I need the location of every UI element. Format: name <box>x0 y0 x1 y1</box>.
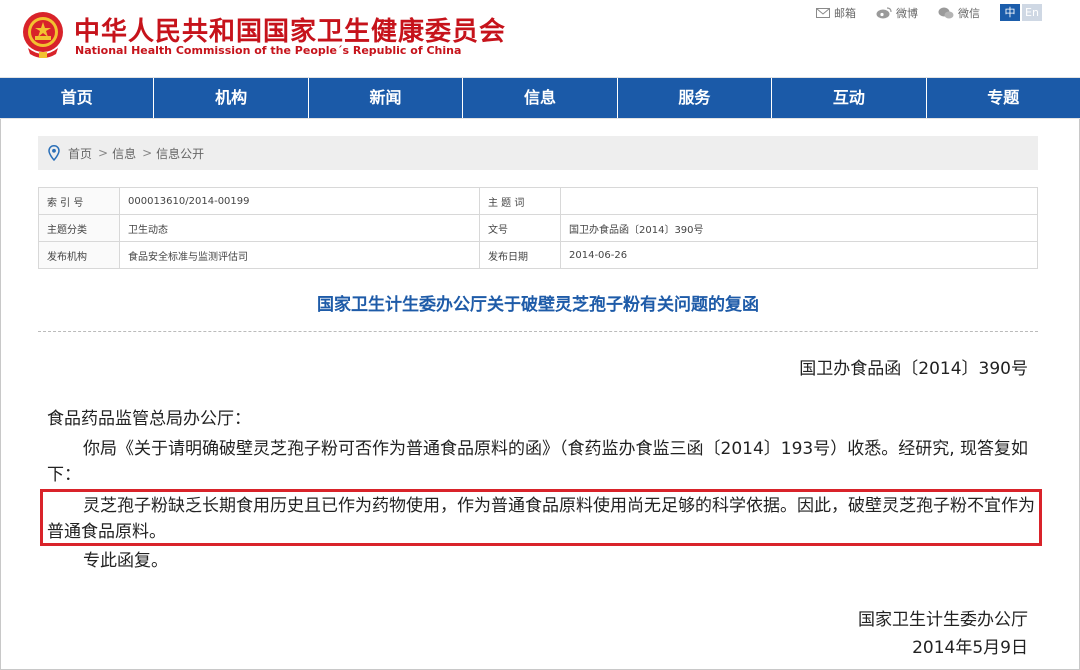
addressee: 食品药品监管总局办公厅： <box>47 409 251 429</box>
breadcrumb-separator: > <box>98 146 109 160</box>
lang-en-button[interactable]: En <box>1022 4 1042 21</box>
paragraph-request: 你局《关于请明确破壁灵芝孢子粉可否作为普通食品原料的函》（食药监办食监三函〔20… <box>47 439 1029 485</box>
lang-cn-button[interactable]: 中 <box>1000 4 1020 21</box>
wechat-icon <box>938 7 954 18</box>
location-pin-icon <box>48 145 60 161</box>
mail-label: 邮箱 <box>834 6 856 20</box>
paragraph-closing: 专此函复。 <box>83 551 168 571</box>
site-header: 中华人民共和国国家卫生健康委员会 National Health Commiss… <box>0 0 1080 77</box>
nav-item-interaction[interactable]: 互动 <box>772 78 927 118</box>
title-divider <box>38 331 1038 332</box>
main-nav: 首页 机构 新闻 信息 服务 互动 专题 <box>0 77 1080 119</box>
nav-item-institutions[interactable]: 机构 <box>154 78 309 118</box>
docno-value: 国卫办食品函〔2014〕390号 <box>560 214 1038 242</box>
keyword-label: 主 题 词 <box>479 187 561 215</box>
weibo-label: 微博 <box>896 6 918 20</box>
date-label: 发布日期 <box>479 241 561 269</box>
table-row: 主题分类 卫生动态 文号 国卫办食品函〔2014〕390号 <box>38 214 1038 242</box>
site-title-en[interactable]: National Health Commission of the People… <box>75 44 461 57</box>
breadcrumb-home[interactable]: 首页 <box>68 145 92 162</box>
sign-date: 2014年5月9日 <box>912 638 1028 658</box>
docno-label: 文号 <box>479 214 561 242</box>
site-title-cn[interactable]: 中华人民共和国国家卫生健康委员会 <box>74 11 506 48</box>
breadcrumb-separator: > <box>142 146 153 160</box>
category-label: 主题分类 <box>38 214 120 242</box>
org-label: 发布机构 <box>38 241 120 269</box>
breadcrumb-disclosure[interactable]: 信息公开 <box>156 145 204 162</box>
nav-item-information[interactable]: 信息 <box>463 78 618 118</box>
nav-item-news[interactable]: 新闻 <box>309 78 464 118</box>
nav-item-services[interactable]: 服务 <box>618 78 773 118</box>
table-row: 索 引 号 000013610/2014-00199 主 题 词 <box>38 187 1038 215</box>
mail-link[interactable]: 邮箱 <box>816 5 856 21</box>
signature-block: 国家卫生计生委办公厅 2014年5月9日 <box>858 606 1028 662</box>
paragraph-conclusion: 灵芝孢子粉缺乏长期食用历史且已作为药物使用，作为普通食品原料使用尚无足够的科学依… <box>47 496 1035 542</box>
document-meta-table: 索 引 号 000013610/2014-00199 主 题 词 主题分类 卫生… <box>38 187 1038 269</box>
date-value: 2014-06-26 <box>560 241 1038 269</box>
keyword-value <box>560 187 1038 215</box>
breadcrumb-information[interactable]: 信息 <box>112 145 136 162</box>
weibo-icon <box>876 6 892 18</box>
org-value: 食品安全标准与监测评估司 <box>119 241 480 269</box>
weibo-link[interactable]: 微博 <box>876 5 918 21</box>
nav-item-home[interactable]: 首页 <box>0 78 155 118</box>
table-row: 发布机构 食品安全标准与监测评估司 发布日期 2014-06-26 <box>38 241 1038 269</box>
index-label: 索 引 号 <box>38 187 120 215</box>
signer: 国家卫生计生委办公厅 <box>858 610 1028 630</box>
nav-item-topics[interactable]: 专题 <box>927 78 1080 118</box>
category-value: 卫生动态 <box>119 214 480 242</box>
mail-icon <box>816 7 830 18</box>
wechat-label: 微信 <box>958 6 980 20</box>
national-emblem-icon[interactable] <box>20 10 66 60</box>
top-links: 邮箱 微博 微信 中 En <box>816 4 1042 21</box>
document-number: 国卫办食品函〔2014〕390号 <box>799 359 1028 379</box>
article-title: 国家卫生计生委办公厅关于破壁灵芝孢子粉有关问题的复函 <box>317 295 759 315</box>
wechat-link[interactable]: 微信 <box>938 5 980 21</box>
index-value: 000013610/2014-00199 <box>119 187 480 215</box>
breadcrumb: 首页 > 信息 > 信息公开 <box>38 136 1038 170</box>
